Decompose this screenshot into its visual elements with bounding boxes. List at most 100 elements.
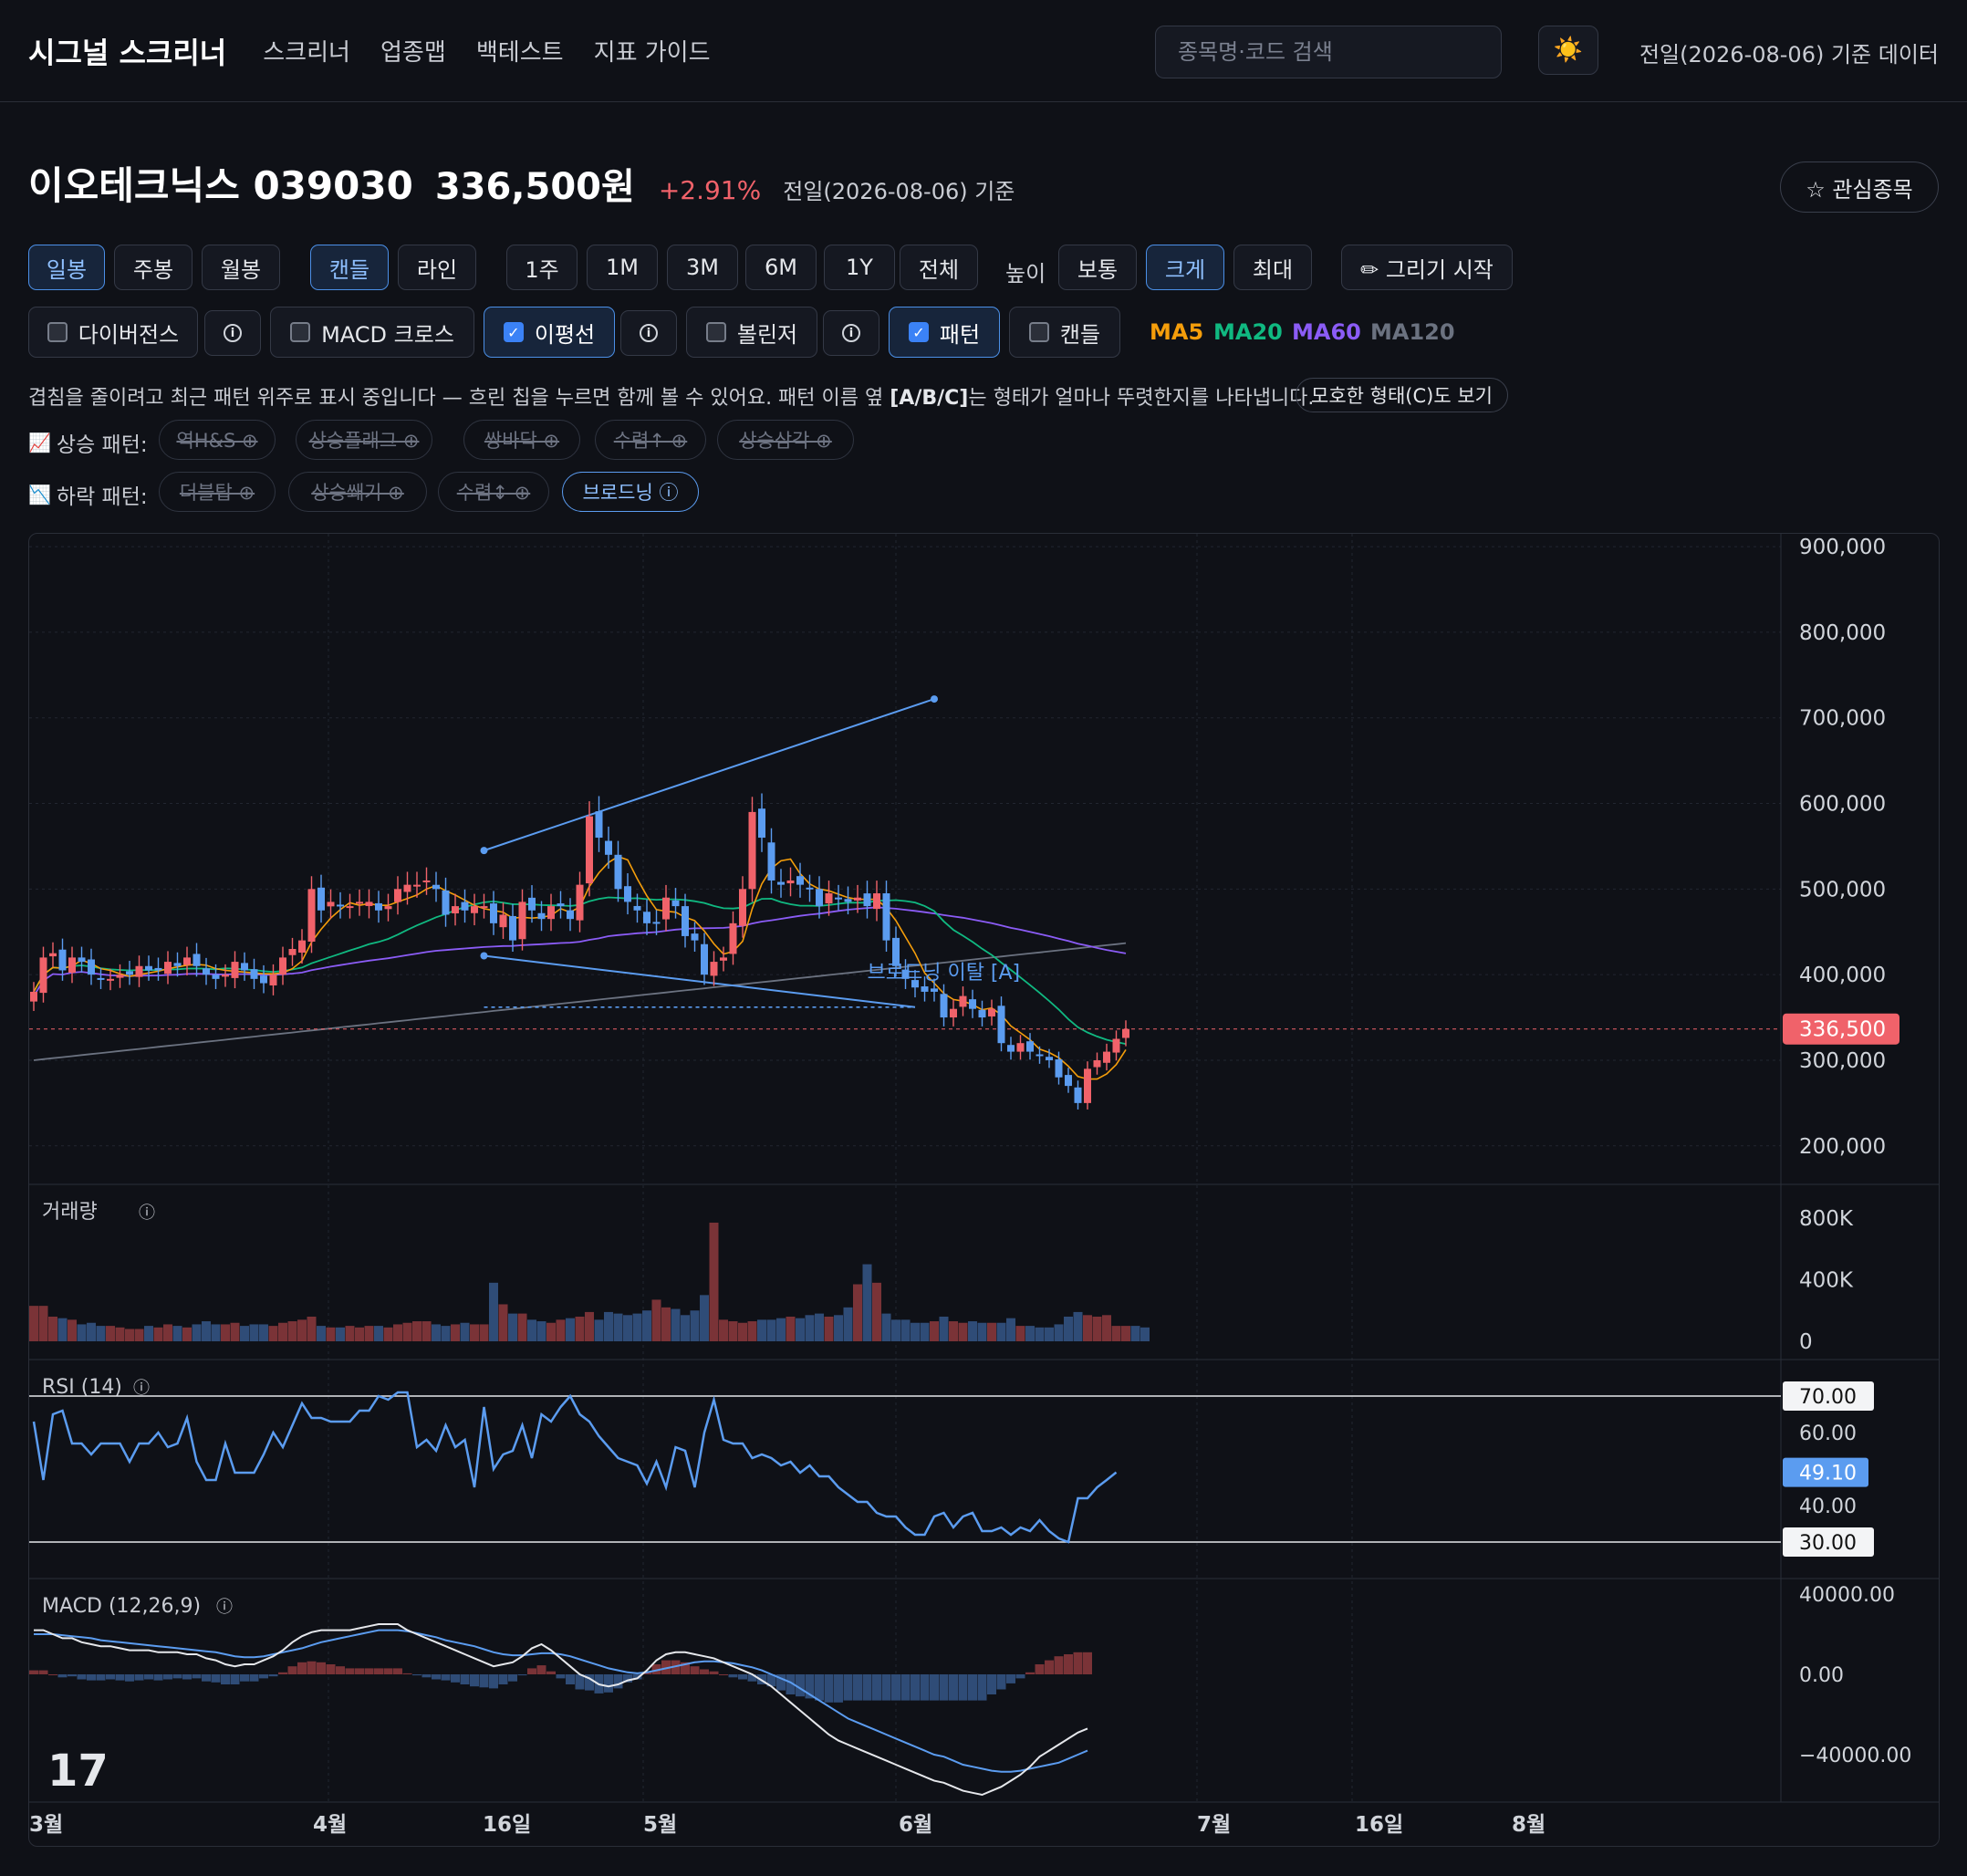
volume-bar	[556, 1319, 566, 1341]
candle-body	[337, 904, 344, 907]
candle-body	[384, 906, 392, 910]
range-1w-button[interactable]: 1주	[506, 245, 578, 290]
nav-sector-map[interactable]: 업종맵	[380, 39, 446, 67]
start-drawing-button[interactable]: ✏ 그리기 시작	[1341, 245, 1513, 290]
range-6m-button[interactable]: 6M	[745, 245, 817, 290]
toggle-macd-cross[interactable]: MACD 크로스	[270, 307, 474, 358]
period-weekly-button[interactable]: 주봉	[114, 245, 193, 290]
candle-body	[58, 949, 67, 971]
macd-histogram-bar	[402, 1673, 412, 1674]
macd-title: MACD (12,26,9)	[42, 1595, 201, 1618]
range-all-button[interactable]: 전체	[900, 245, 978, 290]
down-pattern-label: 📉 하락 패턴:	[28, 479, 148, 510]
macd-histogram-bar	[163, 1674, 172, 1680]
macd-histogram-bar	[911, 1674, 920, 1701]
macd-histogram-bar	[920, 1674, 930, 1701]
nav-backtest[interactable]: 백테스트	[476, 39, 564, 67]
nav-screener[interactable]: 스크리너	[263, 39, 350, 67]
volume-bar	[345, 1326, 355, 1341]
volume-bar	[240, 1326, 249, 1341]
volume-bar	[911, 1322, 920, 1341]
time-axis-label: 8월	[1512, 1813, 1546, 1837]
candle-body	[183, 957, 191, 965]
macd-histogram-bar	[125, 1674, 134, 1682]
volume-bar	[422, 1321, 432, 1341]
info-icon: i	[224, 324, 242, 342]
volume-bar	[1121, 1326, 1130, 1341]
volume-bar	[623, 1315, 632, 1341]
macd-histogram-bar	[77, 1674, 87, 1680]
search-input[interactable]	[1155, 26, 1502, 78]
chart-grid	[29, 534, 1939, 1803]
pattern-chip-inverse-hs[interactable]: 역H&S ⊕	[159, 420, 276, 460]
macd-histogram-bar	[221, 1674, 230, 1684]
height-max-button[interactable]: 최대	[1233, 245, 1312, 290]
pattern-chip-bull-flag[interactable]: 상승플래그 ⊕	[296, 420, 432, 460]
pattern-chip-rising-wedge[interactable]: 상승쐐기 ⊕	[288, 472, 427, 512]
sun-icon: ☀️	[1553, 36, 1584, 64]
candle-body	[921, 986, 929, 992]
volume-bar	[987, 1322, 996, 1341]
show-ambiguous-button[interactable]: 모호한 형태(C)도 보기	[1296, 378, 1508, 412]
period-monthly-button[interactable]: 월봉	[202, 245, 280, 290]
macd-histogram-bar	[460, 1674, 470, 1684]
volume-bar	[383, 1327, 393, 1341]
volume-axis-label: 0	[1799, 1330, 1813, 1354]
height-normal-button[interactable]: 보통	[1058, 245, 1137, 290]
volume-bar	[441, 1326, 451, 1341]
chart-container[interactable]: 브로드닝 이탈 [A] 거래량 ⓘ RSI (14) ⓘ MACD (12,26,9…	[28, 533, 1940, 1847]
volume-bar	[930, 1321, 939, 1341]
volume-bar	[700, 1295, 709, 1341]
range-1m-button[interactable]: 1M	[587, 245, 658, 290]
candle-body	[652, 922, 661, 924]
toggle-bollinger[interactable]: 볼린저	[686, 307, 817, 358]
pattern-chip-converge[interactable]: 수렴↕ ⊕	[438, 472, 549, 512]
volume-bar	[460, 1322, 470, 1341]
pattern-chip-broadening[interactable]: 브로드닝 ⓘ	[562, 472, 699, 512]
chart-type-candle-button[interactable]: 캔들	[310, 245, 389, 290]
info-icon: ⓘ	[133, 1379, 150, 1398]
toggle-candle-pattern[interactable]: 캔들	[1009, 307, 1120, 358]
nav-indicator-guide[interactable]: 지표 가이드	[594, 39, 711, 67]
candle-body	[614, 854, 622, 890]
range-1y-button[interactable]: 1Y	[824, 245, 895, 290]
toggle-pattern[interactable]: ✓ 패턴	[889, 307, 1000, 358]
watchlist-button[interactable]: ☆ 관심종목	[1780, 162, 1939, 213]
ma-info-button[interactable]: i	[620, 310, 677, 356]
volume-bar	[891, 1319, 900, 1341]
candle-body	[1112, 1038, 1120, 1053]
candle-body	[816, 889, 823, 907]
bollinger-info-button[interactable]: i	[823, 310, 879, 356]
pattern-point	[480, 847, 488, 855]
candle-body	[758, 808, 765, 839]
candle-body	[250, 969, 258, 979]
volume-bar	[125, 1329, 134, 1341]
volume-bar	[402, 1322, 412, 1341]
volume-bar	[182, 1327, 192, 1341]
brand-logo-text[interactable]: 시그널 스크리너	[28, 30, 226, 72]
chart-type-line-button[interactable]: 라인	[398, 245, 476, 290]
volume-bar	[843, 1307, 853, 1341]
toggle-label: 패턴	[939, 321, 981, 348]
toggle-ma-lines[interactable]: ✓ 이평선	[484, 307, 615, 358]
macd-histogram-bar	[1025, 1672, 1035, 1674]
period-daily-button[interactable]: 일봉	[28, 245, 105, 290]
candle-body	[231, 962, 239, 978]
pattern-chip-double-bottom[interactable]: 쌍바닥 ⊕	[463, 420, 580, 460]
pattern-chip-asc-triangle[interactable]: 상승삼각 ⊕	[717, 420, 854, 460]
height-large-button[interactable]: 크게	[1146, 245, 1224, 290]
price-chart-svg[interactable]: 브로드닝 이탈 [A] 거래량 ⓘ RSI (14) ⓘ MACD (12,26,9…	[29, 534, 1940, 1847]
pattern-chip-double-top[interactable]: 더블탑 ⊕	[159, 472, 276, 512]
volume-bar	[613, 1313, 623, 1341]
toggle-label: MACD 크로스	[321, 321, 454, 348]
pattern-chip-converge-up[interactable]: 수렴↑ ⊕	[595, 420, 706, 460]
theme-toggle-button[interactable]: ☀️	[1538, 26, 1598, 75]
last-price-label: 336,500	[1799, 1018, 1886, 1042]
divergence-info-button[interactable]: i	[204, 310, 261, 356]
volume-bar	[1073, 1311, 1083, 1341]
volume-bar	[393, 1324, 402, 1341]
range-3m-button[interactable]: 3M	[667, 245, 738, 290]
candle-body	[748, 811, 756, 890]
toggle-divergence[interactable]: 다이버전스	[28, 307, 198, 358]
volume-bar	[728, 1321, 738, 1341]
